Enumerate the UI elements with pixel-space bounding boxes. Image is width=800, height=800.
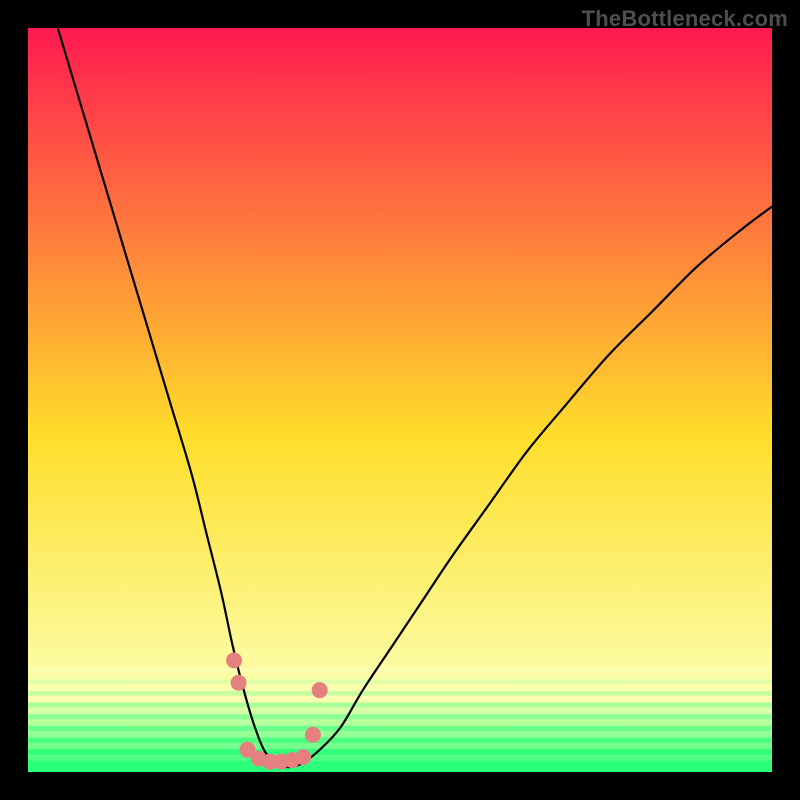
plot-area: [28, 28, 772, 772]
chart-frame: TheBottleneck.com: [0, 0, 800, 800]
marker-dot: [305, 727, 321, 743]
chart-svg: [28, 28, 772, 772]
marker-dot: [226, 652, 242, 668]
marker-dot: [231, 675, 247, 691]
watermark-text: TheBottleneck.com: [582, 6, 788, 32]
marker-dot: [312, 682, 328, 698]
gradient-background: [28, 28, 772, 772]
marker-dot: [295, 749, 311, 765]
